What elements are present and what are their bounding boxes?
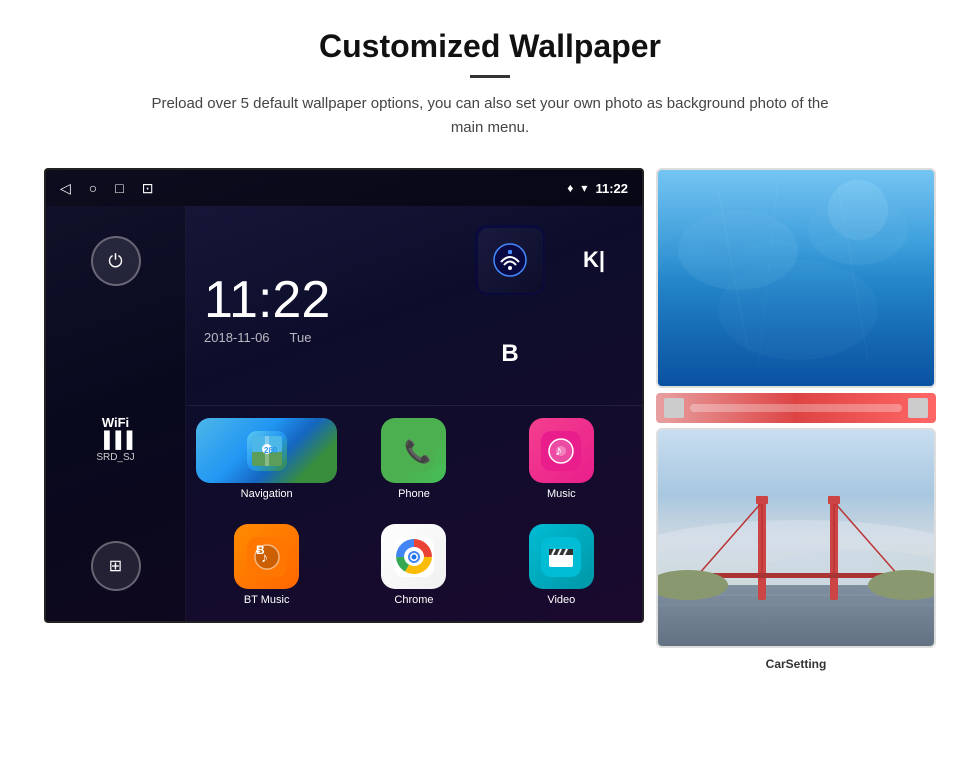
svg-text:280: 280 xyxy=(264,446,278,455)
ki-icon[interactable]: K| xyxy=(562,228,627,293)
wallpaper-strip xyxy=(656,393,936,423)
title-divider xyxy=(470,75,510,78)
navigation-icon: 280 xyxy=(196,418,337,483)
status-time: 11:22 xyxy=(595,181,628,196)
music-icon: ♪ xyxy=(529,418,594,483)
app-music[interactable]: ♪ Music xyxy=(491,418,632,500)
bt-music-label: BT Music xyxy=(244,594,290,606)
app-chrome[interactable]: Chrome xyxy=(343,524,484,606)
strip-thumb xyxy=(664,398,684,418)
status-bar: ◁ ○ □ ⊡ ♦ ▾ 11:22 xyxy=(46,170,642,206)
page-header: Customized Wallpaper Preload over 5 defa… xyxy=(0,0,980,158)
bt-music-icon: ♪ Ƀ xyxy=(234,524,299,589)
widget-section: K| B xyxy=(462,206,642,405)
wallpaper-ice-preview xyxy=(658,170,934,386)
car-setting-label: CarSetting xyxy=(656,657,936,671)
wifi-label: WiFi xyxy=(96,415,134,430)
svg-text:♪: ♪ xyxy=(555,442,562,458)
svg-text:📞: 📞 xyxy=(404,437,432,464)
status-right: ♦ ▾ 11:22 xyxy=(567,181,628,196)
app-grid-top: 280 Navigation 📞 Phone xyxy=(186,406,642,512)
app-phone[interactable]: 📞 Phone xyxy=(343,418,484,500)
signal-icon: ▾ xyxy=(581,181,587,195)
phone-label: Phone xyxy=(398,488,430,500)
wallpaper-thumbnails: CarSetting xyxy=(656,168,936,671)
wallpaper-bridge[interactable] xyxy=(656,428,936,648)
location-icon: ♦ xyxy=(567,181,573,195)
wifi-signal-icon xyxy=(478,228,543,293)
svg-text:Ƀ: Ƀ xyxy=(256,543,265,557)
wallpaper-bridge-preview xyxy=(658,430,934,646)
signal-widget xyxy=(475,225,545,295)
wifi-bars: ▐▐▐ xyxy=(96,432,134,450)
clock-date-value: 2018-11-06 xyxy=(204,330,270,345)
page-title: Customized Wallpaper xyxy=(80,28,900,65)
chrome-icon xyxy=(381,524,446,589)
power-button[interactable]: ⏻ xyxy=(91,236,141,286)
device-area: ◁ ○ □ ⊡ ♦ ▾ 11:22 ⏻ WiFi ▐▐▐ SRD_ xyxy=(0,158,980,671)
android-screen: ◁ ○ □ ⊡ ♦ ▾ 11:22 ⏻ WiFi ▐▐▐ SRD_ xyxy=(44,168,644,623)
app-navigation[interactable]: 280 Navigation xyxy=(196,418,337,500)
sidebar-top: ⏻ xyxy=(91,236,141,286)
music-label: Music xyxy=(547,488,576,500)
center-content: 11:22 2018-11-06 Tue xyxy=(186,206,642,621)
clock-section: 11:22 2018-11-06 Tue xyxy=(186,206,462,405)
phone-icon: 📞 xyxy=(381,418,446,483)
strip-bar xyxy=(690,404,902,412)
clock-day-value: Tue xyxy=(290,330,312,345)
top-row: 11:22 2018-11-06 Tue xyxy=(186,206,642,406)
sidebar: ⏻ WiFi ▐▐▐ SRD_SJ ⊞ xyxy=(46,206,186,621)
apps-grid-button[interactable]: ⊞ xyxy=(91,541,141,591)
nav-icons: ◁ ○ □ ⊡ xyxy=(60,180,153,197)
app-grid-bottom: ♪ Ƀ BT Music xyxy=(186,512,642,618)
clock-time: 11:22 xyxy=(204,274,444,326)
app-video[interactable]: Video xyxy=(491,524,632,606)
recents-icon[interactable]: □ xyxy=(115,180,123,196)
clock-date: 2018-11-06 Tue xyxy=(204,330,444,345)
wifi-network: SRD_SJ xyxy=(96,452,134,463)
main-content: ⏻ WiFi ▐▐▐ SRD_SJ ⊞ 11:22 2018-11 xyxy=(46,206,642,621)
chrome-label: Chrome xyxy=(394,594,433,606)
video-label: Video xyxy=(547,594,575,606)
page-subtitle: Preload over 5 default wallpaper options… xyxy=(140,92,840,140)
b-icon[interactable]: B xyxy=(478,321,543,386)
wallpaper-ice[interactable] xyxy=(656,168,936,388)
app-bt-music[interactable]: ♪ Ƀ BT Music xyxy=(196,524,337,606)
wifi-info: WiFi ▐▐▐ SRD_SJ xyxy=(96,415,134,463)
home-icon[interactable]: ○ xyxy=(89,180,97,196)
back-icon[interactable]: ◁ xyxy=(60,180,71,197)
strip-thumb2 xyxy=(908,398,928,418)
video-icon xyxy=(529,524,594,589)
navigation-label: Navigation xyxy=(241,488,293,500)
screenshot-icon[interactable]: ⊡ xyxy=(142,180,154,197)
